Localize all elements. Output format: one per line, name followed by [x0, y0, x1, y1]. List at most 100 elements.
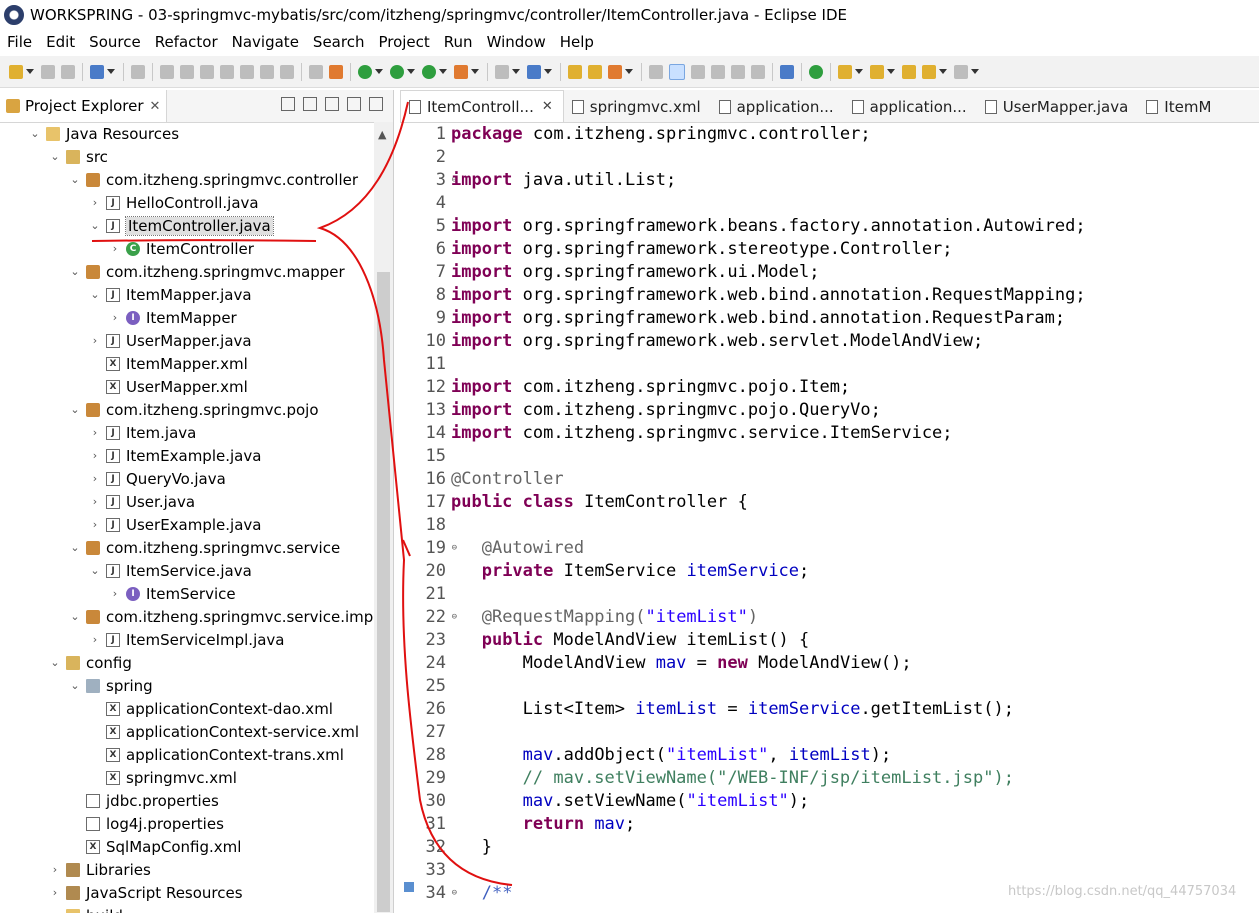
tree-item[interactable]: › J HelloControll.java [0, 191, 374, 214]
editor-tab[interactable]: ItemM [1138, 91, 1221, 122]
expand-chevron-icon[interactable]: ⌄ [88, 564, 102, 577]
new-dropdown-icon[interactable] [26, 69, 34, 74]
scroll-up-icon[interactable]: ▲ [378, 128, 386, 141]
resume-icon[interactable] [160, 64, 174, 79]
save-all-icon[interactable] [61, 64, 75, 79]
tree-item[interactable]: XapplicationContext-trans.xml [0, 743, 374, 766]
step-return-icon[interactable] [280, 64, 294, 79]
disconnect-icon[interactable] [220, 64, 234, 79]
collapse-all-icon[interactable] [281, 97, 295, 111]
terminal-dropdown-icon[interactable] [107, 69, 115, 74]
next-annotation-dropdown-icon[interactable] [855, 69, 863, 74]
collapse-chevron-icon[interactable]: › [88, 449, 102, 462]
validate-icon[interactable] [809, 64, 823, 79]
step-into-icon[interactable] [240, 64, 254, 79]
editor-tab[interactable]: application... [711, 91, 844, 122]
collapse-chevron-icon[interactable]: › [48, 909, 62, 913]
back-dropdown-icon[interactable] [939, 69, 947, 74]
tree-item[interactable]: ⌄ com.itzheng.springmvc.pojo [0, 398, 374, 421]
toggle-mark-occurrences-icon[interactable] [669, 63, 685, 80]
terminal-icon[interactable] [90, 64, 104, 79]
editor-tab[interactable]: ItemControll... ✕ [400, 90, 564, 122]
external-tools-dropdown-icon[interactable] [471, 69, 479, 74]
expand-chevron-icon[interactable]: ⌄ [48, 656, 62, 669]
tree-item[interactable]: ⌄ J ItemMapper.java [0, 283, 374, 306]
editor-tab[interactable]: UserMapper.java [977, 91, 1139, 122]
toggle-word-wrap-icon[interactable] [691, 64, 705, 79]
debug-dropdown-icon[interactable] [375, 69, 383, 74]
new-class-dropdown-icon[interactable] [544, 69, 552, 74]
tree-item[interactable]: ⌄ spring [0, 674, 374, 697]
debug-icon[interactable] [358, 64, 372, 79]
maximize-icon[interactable] [369, 97, 383, 111]
tree-item[interactable]: › I ItemService [0, 582, 374, 605]
collapse-chevron-icon[interactable]: › [88, 334, 102, 347]
tree-item[interactable]: › JavaScript Resources [0, 881, 374, 904]
expand-chevron-icon[interactable]: ⌄ [68, 610, 82, 623]
collapse-chevron-icon[interactable]: › [88, 633, 102, 646]
tree-item[interactable]: XapplicationContext-service.xml [0, 720, 374, 743]
skip-breakpoints-icon[interactable] [131, 64, 145, 79]
use-step-filters-icon[interactable] [309, 64, 323, 79]
step-over-icon[interactable] [260, 64, 274, 79]
menu-refactor[interactable]: Refactor [148, 33, 225, 51]
collapse-chevron-icon[interactable]: › [88, 426, 102, 439]
collapse-chevron-icon[interactable]: › [88, 472, 102, 485]
tree-item[interactable]: jdbc.properties [0, 789, 374, 812]
search-icon[interactable] [608, 64, 622, 79]
expand-chevron-icon[interactable]: ⌄ [88, 288, 102, 301]
expand-chevron-icon[interactable]: ⌄ [68, 265, 82, 278]
coverage-icon[interactable] [422, 64, 436, 79]
collapse-chevron-icon[interactable]: › [48, 863, 62, 876]
collapse-chevron-icon[interactable]: › [108, 311, 122, 324]
tree-item[interactable]: › J ItemServiceImpl.java [0, 628, 374, 651]
open-task-folder-icon[interactable] [588, 64, 602, 79]
tree-item[interactable]: X ItemMapper.xml [0, 352, 374, 375]
code-text[interactable]: package com.itzheng.springmvc.controller… [451, 123, 1259, 905]
last-edit-location-icon[interactable] [902, 64, 916, 79]
menu-edit[interactable]: Edit [39, 33, 82, 51]
new-java-project-icon[interactable] [495, 64, 509, 79]
collapse-chevron-icon[interactable]: › [48, 886, 62, 899]
tree-item[interactable]: Xspringmvc.xml [0, 766, 374, 789]
editor-tab[interactable]: springmvc.xml [564, 91, 711, 122]
expand-chevron-icon[interactable]: ⌄ [88, 219, 102, 232]
close-icon[interactable]: ✕ [542, 99, 553, 114]
tree-scrollbar[interactable]: ▲ [374, 122, 393, 913]
open-task-icon[interactable] [329, 64, 343, 79]
tree-item[interactable]: ⌄ J ItemService.java [0, 559, 374, 582]
tree-item[interactable]: ⌄ Java Resources [0, 122, 374, 145]
tree-item[interactable]: › build [0, 904, 374, 913]
new-class-icon[interactable] [527, 64, 541, 79]
tree-item[interactable]: X UserMapper.xml [0, 375, 374, 398]
back-icon[interactable] [922, 64, 936, 79]
show-whitespace-icon[interactable] [731, 64, 745, 79]
minimize-icon[interactable] [347, 97, 361, 111]
previous-annotation-dropdown-icon[interactable] [887, 69, 895, 74]
new-icon[interactable] [9, 64, 23, 79]
new-java-dropdown-icon[interactable] [512, 69, 520, 74]
menu-project[interactable]: Project [371, 33, 436, 51]
previous-annotation-icon[interactable] [870, 64, 884, 79]
tree-item[interactable]: X SqlMapConfig.xml [0, 835, 374, 858]
menu-search[interactable]: Search [306, 33, 372, 51]
next-annotation-icon[interactable] [838, 64, 852, 79]
toggle-breadcrumb-icon[interactable] [649, 64, 663, 79]
tree-item[interactable]: ⌄ com.itzheng.springmvc.controller [0, 168, 374, 191]
forward-dropdown-icon[interactable] [971, 69, 979, 74]
project-explorer-tab[interactable]: Project Explorer ✕ [0, 90, 168, 122]
menu-help[interactable]: Help [553, 33, 601, 51]
collapse-chevron-icon[interactable]: › [108, 242, 122, 255]
tree-item[interactable]: ⌄ src [0, 145, 374, 168]
menu-run[interactable]: Run [437, 33, 480, 51]
collapse-chevron-icon[interactable]: › [88, 495, 102, 508]
suspend-icon[interactable] [180, 64, 194, 79]
coverage-dropdown-icon[interactable] [439, 69, 447, 74]
tree-item[interactable]: › C ItemController [0, 237, 374, 260]
expand-chevron-icon[interactable]: ⌄ [68, 541, 82, 554]
menu-file[interactable]: File [0, 33, 39, 51]
tree-item[interactable]: › J QueryVo.java [0, 467, 374, 490]
editor-tab[interactable]: application... [844, 91, 977, 122]
expand-chevron-icon[interactable]: ⌄ [68, 403, 82, 416]
tree-item[interactable]: › J UserMapper.java [0, 329, 374, 352]
